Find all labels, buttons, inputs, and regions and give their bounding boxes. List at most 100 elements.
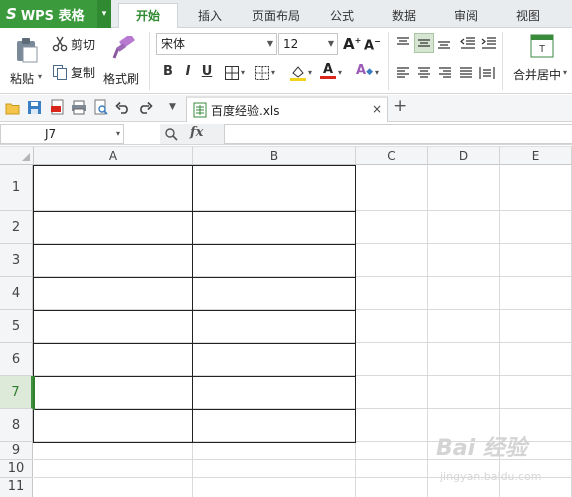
table-cell-b1[interactable] bbox=[192, 165, 356, 212]
cut-button[interactable]: 剪切 bbox=[52, 34, 102, 54]
table-cell-a5[interactable] bbox=[33, 310, 193, 344]
copy-button[interactable]: 复制 bbox=[52, 62, 102, 82]
gridline bbox=[427, 165, 428, 497]
row-header-11[interactable]: 11 bbox=[0, 478, 33, 497]
copy-icon bbox=[53, 65, 67, 80]
paste-icon bbox=[17, 38, 38, 63]
svg-text:T: T bbox=[539, 44, 545, 55]
align-top-icon[interactable] bbox=[396, 36, 410, 50]
column-header-b[interactable]: B bbox=[193, 147, 356, 165]
print-icon[interactable] bbox=[71, 100, 87, 115]
tab-data[interactable]: 数据 bbox=[380, 6, 428, 28]
align-right-icon[interactable] bbox=[438, 66, 452, 80]
wps-spreadsheet-window: S WPS 表格 ▾ 开始 插入 页面布局 公式 数据 审阅 视图 粘贴 ▾ 剪… bbox=[0, 0, 572, 497]
font-name-select[interactable]: 宋体 ▼ bbox=[156, 33, 277, 55]
increase-font-icon[interactable]: A+ bbox=[343, 35, 361, 53]
italic-button[interactable]: I bbox=[180, 64, 196, 79]
row-header-9[interactable]: 9 bbox=[0, 442, 33, 460]
chevron-down-icon: ▾ bbox=[115, 129, 120, 138]
font-color-icon[interactable]: A bbox=[320, 62, 336, 79]
select-all-icon bbox=[22, 153, 30, 161]
font-color-dropdown-icon[interactable]: ▾ bbox=[338, 68, 342, 77]
row-header-1[interactable]: 1 bbox=[0, 165, 33, 211]
column-header-c[interactable]: C bbox=[356, 147, 428, 165]
decrease-indent-icon[interactable] bbox=[460, 36, 476, 50]
table-cell-a1[interactable] bbox=[33, 165, 193, 212]
row-header-5[interactable]: 5 bbox=[0, 310, 33, 343]
justify-icon[interactable] bbox=[459, 66, 473, 80]
tab-insert[interactable]: 插入 bbox=[186, 6, 234, 28]
borders-icon[interactable] bbox=[224, 65, 240, 81]
insert-function-icon[interactable]: fx bbox=[190, 125, 203, 140]
name-box[interactable]: J7 ▾ bbox=[0, 124, 124, 144]
format-painter-icon bbox=[112, 36, 135, 59]
app-menu-button[interactable]: S WPS 表格 bbox=[0, 0, 97, 28]
cut-label: 剪切 bbox=[71, 38, 96, 52]
zoom-icon[interactable] bbox=[164, 127, 178, 141]
align-bottom-icon[interactable] bbox=[437, 36, 451, 50]
tab-formulas[interactable]: 公式 bbox=[318, 6, 366, 28]
open-folder-icon[interactable] bbox=[5, 101, 21, 115]
table-cell-a3[interactable] bbox=[33, 244, 193, 278]
column-header-d[interactable]: D bbox=[428, 147, 500, 165]
app-menu-dropdown-icon[interactable]: ▾ bbox=[97, 0, 111, 28]
tab-page-layout[interactable]: 页面布局 bbox=[242, 6, 310, 28]
column-header-a[interactable]: A bbox=[34, 147, 193, 165]
row-header-10[interactable]: 10 bbox=[0, 460, 33, 478]
underline-button[interactable]: U bbox=[199, 64, 215, 79]
save-icon[interactable] bbox=[27, 100, 42, 115]
table-cell-a4[interactable] bbox=[33, 277, 193, 311]
new-tab-icon[interactable]: + bbox=[393, 96, 407, 116]
merge-center-button[interactable]: T 合并居中 ▾ bbox=[510, 34, 570, 90]
font-size-select[interactable]: 12 ▼ bbox=[278, 33, 338, 55]
clear-format-dropdown-icon[interactable]: ▾ bbox=[375, 68, 379, 77]
align-middle-button[interactable] bbox=[414, 33, 434, 53]
tab-review[interactable]: 审阅 bbox=[442, 6, 490, 28]
paste-button[interactable]: 粘贴 ▾ bbox=[8, 34, 48, 90]
export-pdf-icon[interactable] bbox=[50, 99, 66, 116]
row-header-8[interactable]: 8 bbox=[0, 409, 33, 442]
tab-view[interactable]: 视图 bbox=[504, 6, 552, 28]
redo-icon[interactable] bbox=[138, 101, 153, 114]
row-header-4[interactable]: 4 bbox=[0, 277, 33, 310]
formula-input[interactable] bbox=[224, 124, 572, 144]
fill-color-icon[interactable] bbox=[289, 64, 307, 82]
table-cell-b7[interactable] bbox=[192, 376, 356, 410]
decrease-font-icon[interactable]: A− bbox=[364, 37, 381, 53]
row-header-6[interactable]: 6 bbox=[0, 343, 33, 376]
row-header-7[interactable]: 7 bbox=[0, 376, 33, 409]
row-header-2[interactable]: 2 bbox=[0, 211, 33, 244]
row-header-3[interactable]: 3 bbox=[0, 244, 33, 277]
table-cell-a2[interactable] bbox=[33, 211, 193, 245]
select-all-corner[interactable] bbox=[0, 147, 34, 165]
cell-style-dropdown-icon[interactable]: ▾ bbox=[271, 68, 275, 77]
document-tab[interactable]: 百度经验.xls × bbox=[186, 96, 388, 122]
table-cell-b3[interactable] bbox=[192, 244, 356, 278]
customize-toolbar-icon[interactable]: ▼ bbox=[169, 102, 176, 112]
undo-icon[interactable] bbox=[115, 101, 130, 114]
table-cell-a8[interactable] bbox=[33, 409, 193, 443]
table-cell-b6[interactable] bbox=[192, 343, 356, 377]
baidu-watermark: Bai 经验 bbox=[436, 436, 527, 461]
align-left-icon[interactable] bbox=[396, 66, 410, 80]
cell-style-icon[interactable] bbox=[254, 65, 270, 81]
wps-logo-icon: S bbox=[6, 5, 17, 23]
fill-color-dropdown-icon[interactable]: ▾ bbox=[308, 68, 312, 77]
increase-indent-icon[interactable] bbox=[481, 36, 497, 50]
close-icon[interactable]: × bbox=[372, 102, 382, 116]
table-cell-b2[interactable] bbox=[192, 211, 356, 245]
table-cell-b8[interactable] bbox=[192, 409, 356, 443]
table-cell-a6[interactable] bbox=[33, 343, 193, 377]
print-preview-icon[interactable] bbox=[93, 99, 109, 116]
column-header-e[interactable]: E bbox=[500, 147, 572, 165]
clear-format-icon[interactable]: A◆ bbox=[356, 63, 373, 78]
borders-dropdown-icon[interactable]: ▾ bbox=[241, 68, 245, 77]
table-cell-b5[interactable] bbox=[192, 310, 356, 344]
table-cell-a7[interactable] bbox=[33, 376, 193, 410]
format-painter-button[interactable]: 格式刷 bbox=[103, 32, 143, 88]
distributed-align-icon[interactable] bbox=[479, 65, 495, 81]
bold-button[interactable]: B bbox=[160, 64, 176, 79]
tab-home[interactable]: 开始 bbox=[118, 3, 178, 29]
table-cell-b4[interactable] bbox=[192, 277, 356, 311]
align-center-icon[interactable] bbox=[417, 66, 431, 80]
